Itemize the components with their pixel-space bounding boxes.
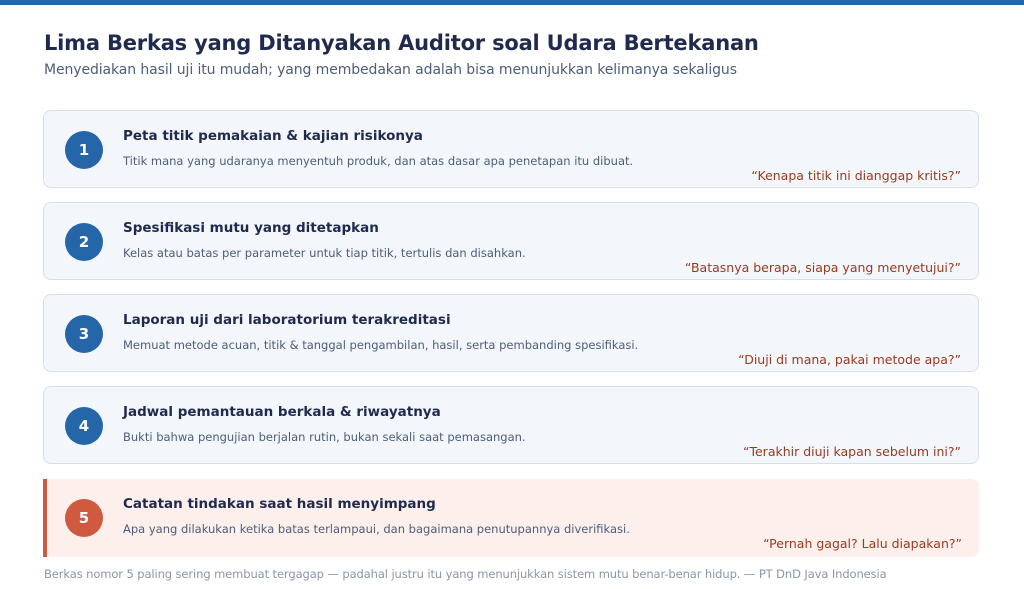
page-title: Lima Berkas yang Ditanyakan Auditor soal… [44,31,759,55]
item-number-badge: 5 [65,499,103,537]
item-number-badge: 2 [65,223,103,261]
item-description: Memuat metode acuan, titik & tanggal pen… [123,338,639,352]
list-item: 4 Jadwal pemantauan berkala & riwayatnya… [43,386,979,464]
item-number-badge: 4 [65,407,103,445]
auditor-question: “Kenapa titik ini dianggap kritis?” [751,168,961,183]
item-title: Catatan tindakan saat hasil menyimpang [123,496,436,512]
item-title: Spesifikasi mutu yang ditetapkan [123,220,379,236]
list-item-highlighted: 5 Catatan tindakan saat hasil menyimpang… [43,479,979,557]
auditor-question: “Terakhir diuji kapan sebelum ini?” [743,444,961,459]
item-number-badge: 3 [65,315,103,353]
item-number-badge: 1 [65,131,103,169]
auditor-question: “Pernah gagal? Lalu diapakan?” [763,536,962,551]
auditor-question: “Batasnya berapa, siapa yang menyetujui?… [684,260,961,275]
list-item: 3 Laporan uji dari laboratorium terakred… [43,294,979,372]
top-accent-bar [0,0,1024,5]
item-title: Jadwal pemantauan berkala & riwayatnya [123,404,441,420]
auditor-question: “Diuji di mana, pakai metode apa?” [738,352,961,367]
list-item: 2 Spesifikasi mutu yang ditetapkan Kelas… [43,202,979,280]
item-description: Apa yang dilakukan ketika batas terlampa… [123,522,630,536]
page-subtitle: Menyediakan hasil uji itu mudah; yang me… [44,62,737,78]
item-description: Kelas atau batas per parameter untuk tia… [123,246,526,260]
footer-note: Berkas nomor 5 paling sering membuat ter… [44,567,887,581]
item-title: Laporan uji dari laboratorium terakredit… [123,312,451,328]
item-description: Bukti bahwa pengujian berjalan rutin, bu… [123,430,526,444]
list-item: 1 Peta titik pemakaian & kajian risikony… [43,110,979,188]
item-description: Titik mana yang udaranya menyentuh produ… [123,154,634,168]
item-title: Peta titik pemakaian & kajian risikonya [123,128,423,144]
